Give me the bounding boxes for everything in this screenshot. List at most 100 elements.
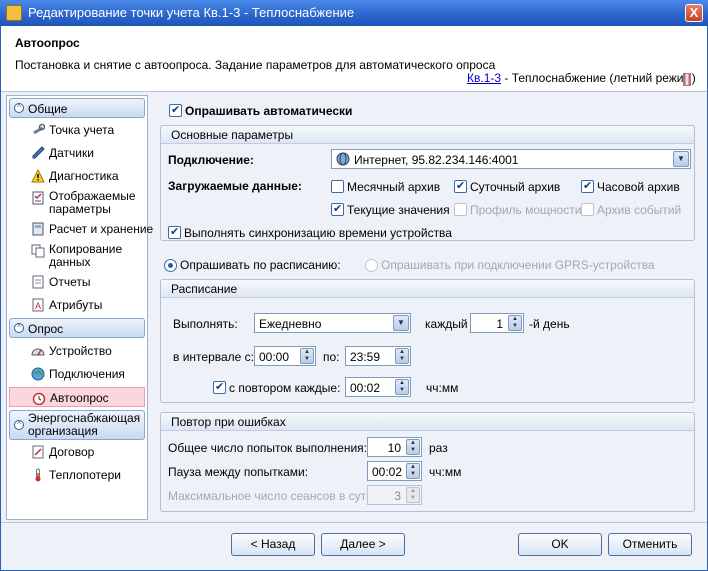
interval-from-input[interactable]: 00:00 ▲ ▼ (254, 346, 316, 366)
collapse-icon: ^ (14, 323, 24, 333)
warning-icon (31, 168, 45, 183)
ok-button[interactable]: OK (518, 533, 602, 556)
spin-icon[interactable]: ▲ ▼ (406, 463, 420, 479)
to-label: по: (323, 350, 340, 364)
data-label: Загружаемые данные: (168, 179, 302, 193)
sidebar-item-autopoll[interactable]: Автоопрос (9, 387, 145, 407)
close-button[interactable]: X (685, 4, 703, 22)
alarm-clock-icon (32, 391, 46, 406)
spin-down-icon[interactable]: ▼ (301, 356, 313, 363)
sidebar-item-contract[interactable]: Договор (9, 442, 145, 462)
cancel-button[interactable]: Отменить (608, 533, 692, 556)
title-bar: Редактирование точки учета Кв.1-3 - Тепл… (0, 0, 708, 26)
collapse-icon: ^ (14, 103, 24, 113)
item-label: Теплопотери (49, 468, 121, 482)
daily-archive-label: Суточный архив (470, 180, 561, 194)
interval-to-input[interactable]: 23:59 ▲ ▼ (345, 346, 411, 366)
current-values-checkbox[interactable] (331, 202, 344, 216)
globe-icon (31, 367, 45, 381)
sidebar-item-heat-loss[interactable]: Теплопотери (9, 465, 145, 485)
group-title: Повтор при ошибках (171, 415, 286, 429)
every-label: каждый (425, 317, 468, 331)
max-sessions-stepper: 3 ▲ ▼ (367, 485, 422, 505)
spin-down-icon[interactable]: ▼ (407, 447, 419, 454)
repeat-unit: чч:мм (426, 381, 459, 395)
sidebar-item-sensors[interactable]: Датчики (9, 143, 145, 163)
spin-up-icon[interactable]: ▲ (407, 464, 419, 471)
spin-up-icon[interactable]: ▲ (509, 316, 521, 323)
spin-icon[interactable]: ▲ ▼ (300, 348, 314, 364)
current-values-label: Текущие значения (347, 203, 450, 217)
monthly-archive-checkbox[interactable] (331, 180, 344, 193)
hourly-archive-checkbox[interactable] (581, 179, 594, 193)
group-title: Расписание (171, 282, 238, 296)
sidebar-item-reports[interactable]: Отчеты (9, 272, 145, 292)
pencil-icon (31, 146, 45, 160)
document-icon (31, 275, 45, 289)
sidebar-item-point[interactable]: Точка учета (9, 120, 145, 140)
pause-input[interactable]: 00:02 ▲ ▼ (367, 461, 422, 481)
group-header: Расписание (161, 280, 694, 298)
chevron-down-icon[interactable]: ▼ (673, 151, 689, 167)
sidebar-section-polling[interactable]: ^ Опрос (9, 318, 145, 338)
window-title: Редактирование точки учета Кв.1-3 - Тепл… (28, 5, 355, 20)
interval-from-value: 00:00 (259, 350, 290, 364)
repeat-interval-input[interactable]: 00:02 ▲ ▼ (345, 377, 411, 397)
spin-icon[interactable]: ▲ ▼ (508, 315, 522, 331)
spin-icon[interactable]: ▲ ▼ (406, 439, 420, 455)
daily-archive-checkbox[interactable] (454, 179, 467, 193)
event-archive-checkbox (581, 203, 594, 216)
sidebar-section-energy-org[interactable]: ^ Энергоснабжающая организация (9, 410, 145, 440)
time-sync-checkbox[interactable] (168, 225, 181, 239)
spin-up-icon[interactable]: ▲ (407, 440, 419, 447)
chevron-down-icon[interactable]: ▼ (393, 315, 409, 331)
breadcrumb-link[interactable]: Кв.1-3 (467, 71, 501, 85)
svg-text:A: A (35, 301, 41, 311)
spin-down-icon[interactable]: ▼ (407, 471, 419, 478)
sidebar-item-copy-data[interactable]: Копирование данных (9, 241, 145, 271)
item-label: Отображаемые параметры (49, 189, 136, 216)
sidebar-item-connections[interactable]: Подключения (9, 364, 145, 384)
run-frequency-select[interactable]: Ежедневно ▼ (254, 313, 411, 333)
globe-icon (336, 152, 350, 166)
item-label: Отчеты (49, 275, 91, 289)
sidebar-item-diagnostics[interactable]: Диагностика (9, 166, 145, 186)
spin-icon[interactable]: ▲ ▼ (395, 348, 409, 364)
sidebar-section-general[interactable]: ^ Общие (9, 98, 145, 118)
section-label: Общие (28, 102, 68, 116)
next-button[interactable]: Далее > (321, 533, 405, 556)
attempts-stepper[interactable]: 10 ▲ ▼ (367, 437, 422, 457)
every-day-stepper[interactable]: 1 ▲ ▼ (470, 313, 524, 333)
auto-poll-checkbox[interactable] (169, 103, 182, 117)
spin-down-icon[interactable]: ▼ (396, 356, 408, 363)
spin-icon[interactable]: ▲ ▼ (395, 379, 409, 395)
max-sessions-value: 3 (394, 489, 401, 503)
spin-down-icon[interactable]: ▼ (509, 323, 521, 330)
back-button[interactable]: < Назад (231, 533, 315, 556)
sidebar-item-device[interactable]: Устройство (9, 341, 145, 361)
section-label: Опрос (28, 322, 64, 336)
repeat-interval-value: 00:02 (350, 381, 381, 395)
gprs-radio (365, 259, 378, 272)
pause-unit: чч:мм (429, 465, 462, 479)
page-header: Автоопрос Постановка и снятие с автоопро… (1, 26, 707, 92)
attempts-label: Общее число попыток выполнения: (168, 441, 368, 455)
item-label: Датчики (49, 146, 94, 160)
repeat-checkbox[interactable] (213, 380, 226, 394)
auto-poll-label: Опрашивать автоматически (185, 104, 353, 118)
interval-to-value: 23:59 (350, 350, 381, 364)
attempts-value: 10 (387, 441, 401, 455)
section-label: Энергоснабжающая организация (28, 411, 141, 438)
item-label: Диагностика (49, 169, 119, 183)
sidebar-item-attributes[interactable]: A Атрибуты (9, 295, 145, 315)
spin-down-icon[interactable]: ▼ (396, 387, 408, 394)
spin-up-icon[interactable]: ▲ (396, 380, 408, 387)
sidebar-item-displayed-params[interactable]: Отображаемые параметры (9, 188, 145, 218)
day-suffix: -й день (529, 317, 570, 331)
run-label: Выполнять: (173, 317, 238, 331)
spin-up-icon[interactable]: ▲ (301, 349, 313, 356)
spin-up-icon[interactable]: ▲ (396, 349, 408, 356)
connection-select[interactable]: Интернет, 95.82.234.146:4001 ▼ (331, 149, 691, 169)
sidebar-item-calc-storage[interactable]: Расчет и хранение (9, 219, 153, 239)
schedule-radio[interactable] (164, 259, 177, 272)
